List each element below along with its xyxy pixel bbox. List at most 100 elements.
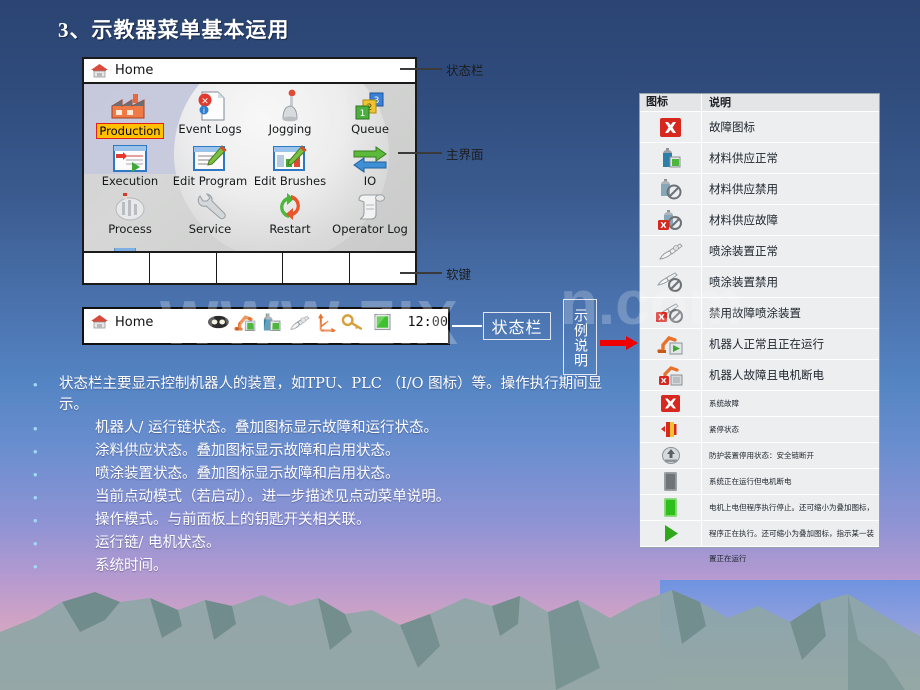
table-row: 防护装置停用状态：安全链断开 (640, 443, 879, 469)
bullet-text: 机器人/ 运行链状态。叠加图标显示故障和运行状态。 (95, 420, 438, 436)
soft-key-4[interactable] (283, 253, 350, 283)
legend-desc: 材料供应禁用 (702, 174, 879, 204)
boxed-label-example: 示例说明 (563, 299, 597, 375)
legend-desc: 喷涂装置正常 (702, 236, 879, 266)
table-row: 机器人正常且正在运行 (640, 329, 879, 360)
bullet-dot: • (33, 377, 38, 392)
legend-desc: 材料供应正常 (702, 143, 879, 173)
status-bar-home[interactable]: Home (90, 314, 202, 330)
menu-item-edit-program[interactable]: Edit Program (170, 140, 250, 188)
menu-row: Execution Edit Program Edit Brushes IO (90, 140, 411, 188)
io-arrows-icon (330, 140, 410, 174)
bullet-text: 运行链/ 电机状态。 (95, 535, 221, 551)
factory-icon (90, 88, 170, 122)
status-bar-strip: Home 12:00 (82, 307, 450, 345)
red-arrow-icon (600, 336, 638, 350)
sprayer-disabled-icon (640, 267, 702, 297)
menu-row: Production ✕ i Event Logs Jogging 1 Queu… (90, 88, 411, 140)
system-fault-icon (640, 391, 702, 416)
legend-desc: 系统故障 (702, 391, 879, 416)
svg-text:1: 1 (360, 109, 366, 119)
motor-on-stopped-icon (640, 495, 702, 520)
soft-key-2[interactable] (150, 253, 217, 283)
list-item: • 涂料供应状态。叠加图标显示故障和启用状态。 (33, 441, 603, 462)
menu-item-restart[interactable]: Restart (250, 188, 330, 236)
callout-main-view: 主界面 (446, 147, 484, 162)
callout-soft-keys: 软键 (446, 267, 472, 282)
sprayer-fault-disabled-icon (640, 298, 702, 328)
bullet-text: 操作模式。与前面板上的钥匙开关相关联。 (95, 512, 371, 528)
soft-key-1[interactable] (84, 253, 151, 283)
bullet-text: 系统时间。 (95, 558, 168, 574)
legend-desc: 禁用故障喷涂装置 (702, 298, 879, 328)
legend-header-icon-col: 图标 (640, 94, 702, 111)
pendant-main-view: Production ✕ i Event Logs Jogging 1 Queu… (84, 84, 415, 251)
menu-label: Execution (101, 174, 159, 188)
menu-label: Jogging (268, 122, 312, 136)
menu-item-queue[interactable]: 3 2 1 Queue (330, 88, 410, 140)
menu-item-operator-log[interactable]: Operator Log (330, 188, 410, 236)
legend-header-row: 图标 说明 (640, 94, 879, 112)
menu-item-event-logs[interactable]: ✕ i Event Logs (170, 88, 250, 140)
legend-desc: 程序正在执行。还可缩小为叠加图标，指示某一装置正在运行 (702, 521, 879, 563)
leader-line-status-bar (400, 68, 442, 70)
joystick-icon (250, 88, 330, 122)
status-bar-time: 12:00 (407, 314, 448, 330)
teach-pendant-screen: Home Production ✕ i Event Logs Jogging 1… (82, 57, 417, 285)
svg-text:✕: ✕ (201, 97, 209, 107)
bullet-text: 涂料供应状态。叠加图标显示故障和启用状态。 (95, 443, 400, 459)
menu-item-process[interactable]: Process (90, 188, 170, 236)
menu-label: Event Logs (178, 122, 242, 136)
scroll-icon (330, 188, 410, 222)
sprayer-icon[interactable] (288, 312, 311, 332)
menu-item-io[interactable]: IO (330, 140, 410, 188)
legend-desc: 电机上电但程序执行停止。还可缩小为叠加图标，指示某一装置准备就绪 (702, 495, 879, 537)
table-row: 系统正在运行但电机断电 (640, 469, 879, 495)
bullet-text: 喷涂装置状态。叠加图标显示故障和启用状态。 (95, 466, 400, 482)
table-row: 程序正在执行。还可缩小为叠加图标，指示某一装置正在运行 (640, 521, 879, 563)
menu-item-users[interactable] (90, 236, 170, 251)
menu-label: Service (188, 222, 232, 236)
soft-key-5[interactable] (350, 253, 415, 283)
table-row: 喷涂装置正常 (640, 236, 879, 267)
execution-icon (90, 140, 170, 174)
menu-item-jogging[interactable]: Jogging (250, 88, 330, 140)
program-running-icon (640, 521, 702, 546)
table-row: 系统故障 (640, 391, 879, 417)
table-row: 材料供应故障 (640, 205, 879, 236)
menu-label: Edit Program (172, 174, 248, 188)
tpu-plc-icon[interactable] (207, 313, 230, 331)
process-icon (90, 188, 170, 222)
guard-stop-icon (640, 443, 702, 468)
legend-desc: 材料供应故障 (702, 205, 879, 235)
home-icon (91, 315, 108, 329)
legend-desc: 机器人正常且正在运行 (702, 329, 879, 359)
bullet-dot: • (33, 490, 38, 505)
leader-line-soft-keys (400, 272, 442, 274)
table-row: 紧停状态 (640, 417, 879, 443)
svg-text:i: i (203, 107, 205, 115)
menu-item-service[interactable]: Service (170, 188, 250, 236)
table-row: 喷涂装置禁用 (640, 267, 879, 298)
soft-key-3[interactable] (217, 253, 284, 283)
jog-coordinate-icon[interactable] (316, 312, 337, 332)
table-row: 电机上电但程序执行停止。还可缩小为叠加图标，指示某一装置准备就绪 (640, 495, 879, 537)
table-row: 材料供应禁用 (640, 174, 879, 205)
paint-supply-icon[interactable] (262, 312, 283, 332)
bullet-text: 当前点动模式（若启动）。进一步描述见点动菜单说明。 (95, 489, 451, 505)
legend-desc: 防护装置停用状态：安全链断开 (702, 443, 879, 468)
motor-state-icon[interactable] (373, 313, 392, 331)
users-windows-icon (90, 236, 170, 251)
menu-item-execution[interactable]: Execution (90, 140, 170, 188)
menu-label: Operator Log (332, 222, 408, 236)
menu-label: Queue (351, 122, 389, 136)
menu-item-production[interactable]: Production (90, 88, 170, 140)
table-row: 故障图标 (640, 112, 879, 143)
key-switch-icon[interactable] (341, 313, 363, 331)
list-item: • 系统时间。 (33, 556, 603, 577)
status-bar-content: Home 12:00 (84, 309, 448, 335)
legend-header-desc-col: 说明 (702, 94, 879, 111)
bullet-dot: • (33, 513, 38, 528)
menu-item-edit-brushes[interactable]: Edit Brushes (250, 140, 330, 188)
robot-status-icon[interactable] (234, 312, 257, 332)
